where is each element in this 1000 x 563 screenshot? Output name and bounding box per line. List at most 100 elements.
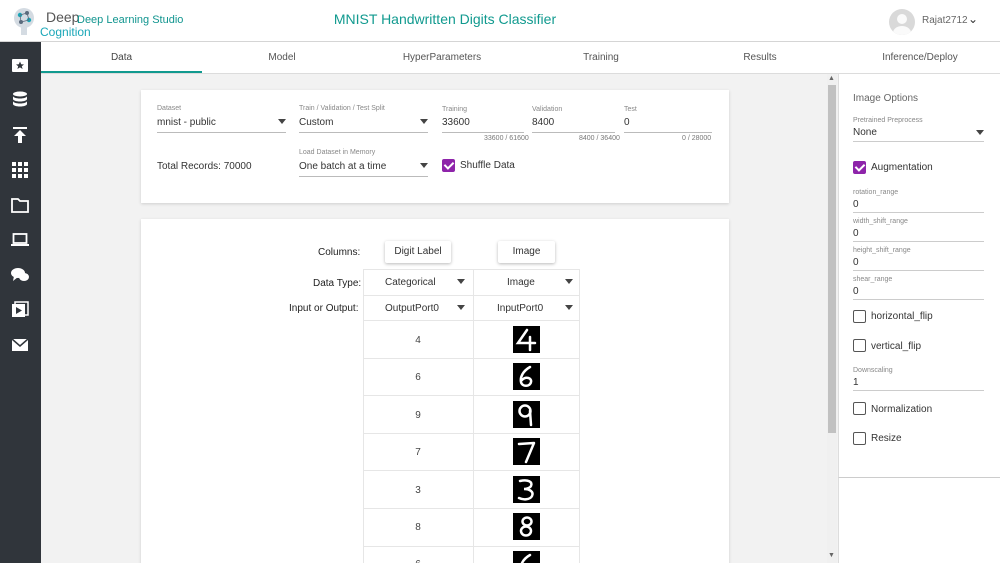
rotation-range-input[interactable]: 0 (853, 199, 984, 213)
row-divider (363, 508, 580, 509)
row-divider (363, 358, 580, 359)
resize-checkbox[interactable] (853, 432, 866, 445)
columns-card (141, 219, 729, 563)
scroll-up-arrow-icon[interactable]: ▲ (828, 75, 835, 82)
image-options-title: Image Options (853, 93, 919, 104)
chat-icon[interactable] (10, 265, 30, 285)
table-row-label: 4 (415, 335, 421, 346)
tab-training[interactable]: Training (522, 42, 680, 73)
load-memory-value: One batch at a time (299, 161, 387, 172)
rotation-range-label: rotation_range (853, 189, 899, 196)
user-avatar[interactable] (889, 9, 915, 35)
preprocess-label: Pretrained Preprocess (853, 117, 923, 124)
split-value: Custom (299, 117, 334, 128)
digit-image (513, 551, 540, 563)
col1-data-type-value: Categorical (385, 277, 436, 288)
tab-hyperparameters[interactable]: HyperParameters (362, 42, 522, 73)
row-divider (363, 320, 580, 321)
shuffle-data-label: Shuffle Data (460, 160, 515, 171)
scroll-down-arrow-icon[interactable]: ▼ (828, 552, 835, 559)
mail-icon[interactable] (10, 335, 30, 355)
split-select[interactable]: Custom (299, 116, 428, 133)
dataset-label: Dataset (157, 105, 182, 112)
digit-image (513, 326, 540, 353)
tab-data[interactable]: Data (41, 42, 202, 73)
table-row-label: 6 (363, 559, 473, 563)
grid-icon[interactable] (10, 160, 30, 180)
col2-data-type-select[interactable]: Image (507, 276, 573, 293)
digit-image (513, 401, 540, 428)
table-row-label: 9 (415, 410, 421, 421)
row-divider (363, 395, 580, 396)
caret-down-icon (457, 279, 465, 284)
validation-label: Validation (532, 106, 563, 113)
image-column-button[interactable]: Image (498, 241, 555, 263)
test-input[interactable]: 0 (624, 116, 712, 133)
tab-results[interactable]: Results (680, 42, 840, 73)
downscaling-input[interactable]: 1 (853, 377, 984, 391)
augmentation-label: Augmentation (871, 162, 933, 173)
width-shift-input[interactable]: 0 (853, 228, 984, 242)
table-row-label: 6 (415, 372, 421, 383)
shear-range-label: shear_range (853, 276, 893, 283)
dataset-select[interactable]: mnist - public (157, 116, 286, 133)
height-shift-label: height_shift_range (853, 247, 911, 254)
split-label: Train / Validation / Test Split (299, 105, 385, 112)
col1-data-type-select[interactable]: Categorical (385, 276, 465, 293)
preprocess-value: None (853, 127, 877, 138)
digit-image (513, 438, 540, 465)
shear-range-input[interactable]: 0 (853, 286, 984, 300)
columns-label: Columns: (318, 247, 361, 258)
normalization-checkbox[interactable] (853, 402, 866, 415)
vertical-flip-checkbox[interactable] (853, 339, 866, 352)
training-label: Training (442, 106, 468, 113)
video-icon[interactable] (10, 300, 30, 320)
preprocess-select[interactable]: None (853, 127, 984, 142)
caret-down-icon (565, 279, 573, 284)
star-folder-icon[interactable] (10, 55, 30, 75)
resize-label: Resize (871, 433, 902, 444)
table-row-label: 3 (415, 485, 421, 496)
shuffle-data-checkbox[interactable] (442, 159, 455, 172)
normalization-label: Normalization (871, 404, 933, 415)
dataset-card (141, 90, 729, 203)
main-content: Dataset mnist - public Train / Validatio… (41, 74, 827, 563)
col1-port-select[interactable]: OutputPort0 (385, 302, 465, 319)
horizontal-flip-checkbox[interactable] (853, 310, 866, 323)
digit-image (513, 513, 540, 540)
training-input[interactable]: 33600 (442, 116, 524, 133)
validation-input[interactable]: 8400 (532, 116, 615, 133)
row-divider (363, 295, 580, 296)
username[interactable]: Rajat2712 (922, 15, 968, 26)
row-divider (363, 546, 580, 547)
folder-icon[interactable] (10, 195, 30, 215)
col1-port-value: OutputPort0 (385, 303, 439, 314)
digit-image (513, 476, 540, 503)
database-icon[interactable] (10, 90, 30, 110)
caret-down-icon (420, 163, 428, 168)
dataset-value: mnist - public (157, 117, 216, 128)
width-shift-label: width_shift_range (853, 218, 908, 225)
augmentation-checkbox[interactable] (853, 161, 866, 174)
row-divider (363, 470, 580, 471)
validation-sub: 8400 / 36400 (579, 135, 620, 142)
digit-label-column-button[interactable]: Digit Label (385, 241, 451, 263)
panel-footer (838, 478, 1000, 563)
upload-icon[interactable] (10, 125, 30, 145)
row-divider (363, 433, 580, 434)
logo-text-cognition: Cognition (40, 25, 91, 39)
sidebar (0, 42, 41, 563)
scrollbar-thumb[interactable] (828, 85, 836, 433)
load-memory-select[interactable]: One batch at a time (299, 160, 428, 177)
chevron-down-icon[interactable]: ⌄ (968, 12, 978, 26)
tab-model[interactable]: Model (202, 42, 362, 73)
input-output-label: Input or Output: (289, 303, 359, 314)
caret-down-icon (278, 119, 286, 124)
height-shift-input[interactable]: 0 (853, 257, 984, 271)
laptop-icon[interactable] (10, 230, 30, 250)
total-records: Total Records: 70000 (157, 161, 252, 172)
tab-inference-deploy[interactable]: Inference/Deploy (840, 42, 1000, 73)
caret-down-icon (976, 130, 984, 135)
caret-down-icon (420, 119, 428, 124)
col2-port-select[interactable]: InputPort0 (497, 302, 573, 319)
